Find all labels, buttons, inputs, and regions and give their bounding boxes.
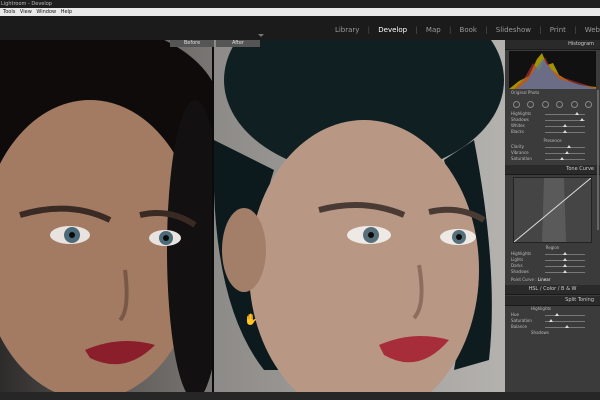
histogram[interactable]: [509, 51, 596, 89]
tone-curve-line: [513, 177, 592, 243]
tone-curve-header[interactable]: Tone Curve: [505, 165, 600, 175]
point-curve-select[interactable]: Point Curve : Linear: [505, 277, 600, 283]
module-separator: |: [415, 26, 418, 34]
module-picker: Library | Develop | Map | Book | Slidesh…: [329, 26, 600, 36]
menu-help[interactable]: Help: [61, 9, 72, 15]
right-panel: Histogram Original Photo Highlights Shad…: [505, 40, 600, 392]
point-curve-value[interactable]: Linear: [538, 277, 550, 282]
slider-region-shadows[interactable]: Shadows: [505, 269, 600, 275]
module-slideshow[interactable]: Slideshow: [496, 26, 531, 34]
hand-cursor-icon: ✋: [244, 313, 258, 326]
module-print[interactable]: Print: [550, 26, 566, 34]
tab-hsl[interactable]: HSL: [529, 286, 539, 292]
hsl-tabs: HSL / Color / B & W: [505, 285, 600, 295]
split-shadows-title: Shadows: [531, 330, 549, 335]
module-separator: |: [539, 26, 542, 34]
module-separator: |: [367, 26, 371, 34]
original-photo-toggle[interactable]: Original Photo: [505, 90, 600, 97]
slider-blacks[interactable]: Blacks: [505, 129, 600, 135]
adjustment-brush-icon[interactable]: [585, 100, 593, 108]
tool-strip: [509, 99, 596, 109]
window-title: Lightroom - Develop: [1, 1, 52, 7]
filmstrip-bar: [0, 392, 600, 400]
module-separator: |: [574, 26, 577, 34]
tone-curve-graph[interactable]: [513, 177, 592, 243]
slider-saturation[interactable]: Saturation: [505, 156, 600, 162]
module-separator: |: [448, 26, 452, 34]
spot-removal-icon[interactable]: [527, 100, 535, 108]
tab-bw[interactable]: B & W: [561, 286, 576, 292]
before-photo[interactable]: [0, 40, 212, 392]
after-portrait-image: [214, 40, 504, 392]
menu-bar: Tools View Window Help: [0, 8, 600, 16]
graduated-filter-icon[interactable]: [556, 100, 564, 108]
image-viewer[interactable]: Before After ✋: [0, 40, 505, 392]
module-develop[interactable]: Develop: [378, 26, 407, 34]
menu-view[interactable]: View: [20, 9, 32, 15]
before-portrait-image: [0, 40, 212, 392]
collapse-arrow-icon[interactable]: [258, 34, 264, 37]
before-label: Before: [170, 40, 214, 47]
red-eye-icon[interactable]: [541, 100, 549, 108]
radial-filter-icon[interactable]: [570, 100, 578, 108]
module-book[interactable]: Book: [460, 26, 477, 34]
module-library[interactable]: Library: [335, 26, 359, 34]
histogram-header[interactable]: Histogram: [505, 40, 600, 50]
crop-tool-icon[interactable]: [512, 100, 520, 108]
module-web[interactable]: Web: [585, 26, 600, 34]
menu-tools[interactable]: Tools: [3, 9, 15, 15]
split-toning-header[interactable]: Split Toning: [505, 296, 600, 306]
tab-color[interactable]: Color: [543, 286, 556, 292]
window-titlebar: Lightroom - Develop: [0, 0, 600, 8]
after-label: After: [216, 40, 260, 47]
module-map[interactable]: Map: [426, 26, 441, 34]
original-photo-label: Original Photo: [511, 90, 540, 95]
menu-window[interactable]: Window: [36, 9, 56, 15]
histogram-graph: [509, 53, 596, 89]
after-photo[interactable]: [214, 40, 505, 392]
point-curve-label: Point Curve :: [511, 277, 537, 282]
module-separator: |: [485, 26, 488, 34]
panel-scrollbar[interactable]: [597, 90, 599, 230]
